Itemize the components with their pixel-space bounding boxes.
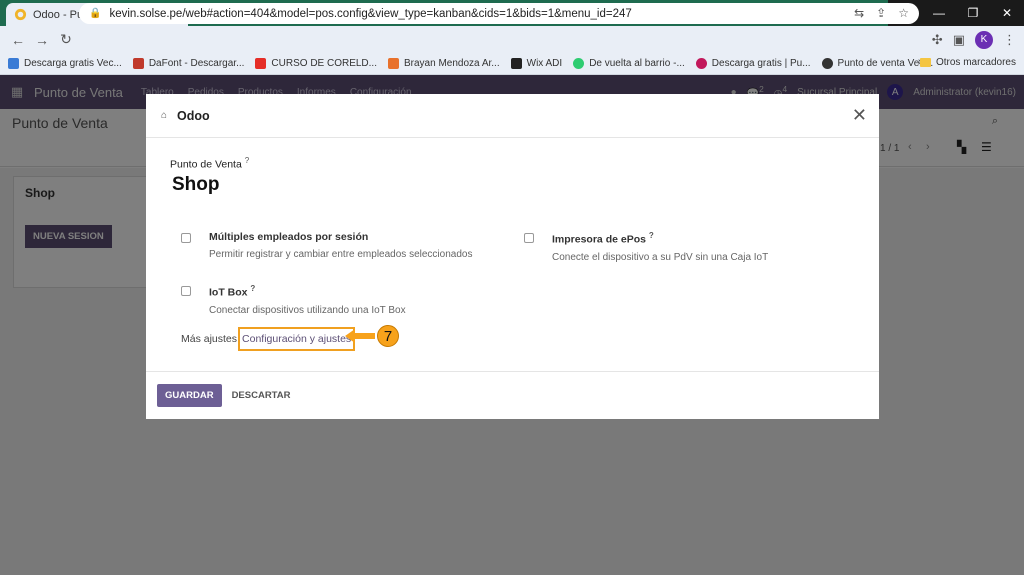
bookmark-item[interactable]: Brayan Mendoza Ar...: [388, 58, 500, 69]
address-bar[interactable]: 🔒 kevin.solse.pe/web#action=404&model=po…: [79, 3, 919, 24]
restore-icon[interactable]: ❐: [956, 0, 990, 26]
record-name: Shop: [172, 174, 220, 195]
bookmark-item[interactable]: Descarga gratis Vec...: [8, 58, 122, 69]
play-icon: [573, 58, 585, 69]
address-url: kevin.solse.pe/web#action=404&model=pos.…: [109, 7, 632, 20]
lock-icon: 🔒: [89, 8, 102, 19]
toolbar-actions: ✣ ▣ K ⋮: [932, 26, 1024, 53]
browser-menu-icon[interactable]: ⋮: [1003, 32, 1016, 48]
option-epos-printer: Impresora de ePos ? Conecte el dispositi…: [524, 231, 768, 263]
option-iot-box: IoT Box ? Conectar dispositivos utilizan…: [181, 284, 406, 316]
bookmark-favicon-icon: [132, 58, 144, 69]
reload-icon[interactable]: ↻: [54, 31, 78, 48]
back-arrow-icon[interactable]: ←: [6, 32, 30, 48]
bookmark-favicon-icon: [695, 58, 707, 69]
dialog-title: Odoo: [177, 108, 210, 123]
browser-toolbar: ← → ↻: [0, 26, 1024, 53]
bookmark-item[interactable]: De vuelta al barrio -...: [573, 58, 685, 69]
translate-icon[interactable]: ⇆: [854, 6, 864, 20]
close-icon[interactable]: ✕: [852, 105, 867, 126]
discard-button[interactable]: DESCARTAR: [232, 390, 291, 401]
epos-printer-checkbox[interactable]: [524, 233, 534, 243]
help-mark[interactable]: ?: [649, 231, 654, 240]
bookmark-item[interactable]: DaFont - Descargar...: [132, 58, 244, 69]
gitlab-icon: [388, 58, 399, 69]
settings-link[interactable]: Configuración y ajustes: [238, 327, 356, 351]
option-multiple-employees: Múltiples empleados por sesión Permitir …: [181, 231, 472, 260]
bookmarks-bar: Descarga gratis Vec... DaFont - Descarga…: [0, 53, 1024, 75]
bookmark-item[interactable]: Descarga gratis | Pu...: [695, 58, 811, 69]
step-callout: 7: [377, 325, 399, 347]
config-dialog: ⌂ Odoo ✕ Punto de Venta ? Shop Múltiples…: [146, 94, 879, 419]
minimize-icon[interactable]: —: [922, 0, 956, 26]
extensions-icon[interactable]: ✣: [932, 32, 943, 48]
save-button[interactable]: GUARDAR: [157, 384, 222, 407]
more-settings: Más ajustes Configuración y ajustes: [181, 327, 356, 351]
bookmark-item[interactable]: Punto de venta Ven...: [821, 58, 933, 69]
field-label: Punto de Venta ?: [170, 156, 250, 171]
youtube-icon: [255, 58, 267, 69]
odoo-logo-icon: ⌂: [161, 110, 168, 121]
bookmark-item[interactable]: CURSO DE CORELD...: [255, 58, 377, 69]
folder-icon: [919, 58, 931, 67]
arrow-left-icon: [345, 329, 375, 343]
bookmark-favicon-icon: [821, 58, 833, 69]
bookmark-favicon-icon: [8, 58, 19, 69]
share-icon[interactable]: ⇪: [876, 6, 886, 20]
bookmark-star-icon[interactable]: ☆: [898, 6, 909, 20]
window-close-icon[interactable]: ✕: [990, 0, 1024, 26]
side-panel-icon[interactable]: ▣: [953, 32, 965, 48]
dialog-header: ⌂ Odoo ✕: [146, 94, 879, 138]
more-settings-label: Más ajustes: [181, 333, 238, 345]
help-mark[interactable]: ?: [250, 284, 255, 293]
multiple-employees-checkbox[interactable]: [181, 233, 191, 243]
other-bookmarks[interactable]: Otros marcadores: [919, 57, 1016, 68]
bookmark-item[interactable]: Wix ADI: [510, 58, 562, 69]
iot-box-checkbox[interactable]: [181, 286, 191, 296]
forward-arrow-icon[interactable]: →: [30, 32, 54, 48]
profile-avatar[interactable]: K: [975, 30, 993, 49]
help-mark[interactable]: ?: [245, 156, 249, 165]
wix-icon: [510, 58, 522, 69]
dialog-footer: GUARDAR DESCARTAR: [146, 371, 879, 419]
odoo-favicon-icon: [14, 8, 27, 21]
